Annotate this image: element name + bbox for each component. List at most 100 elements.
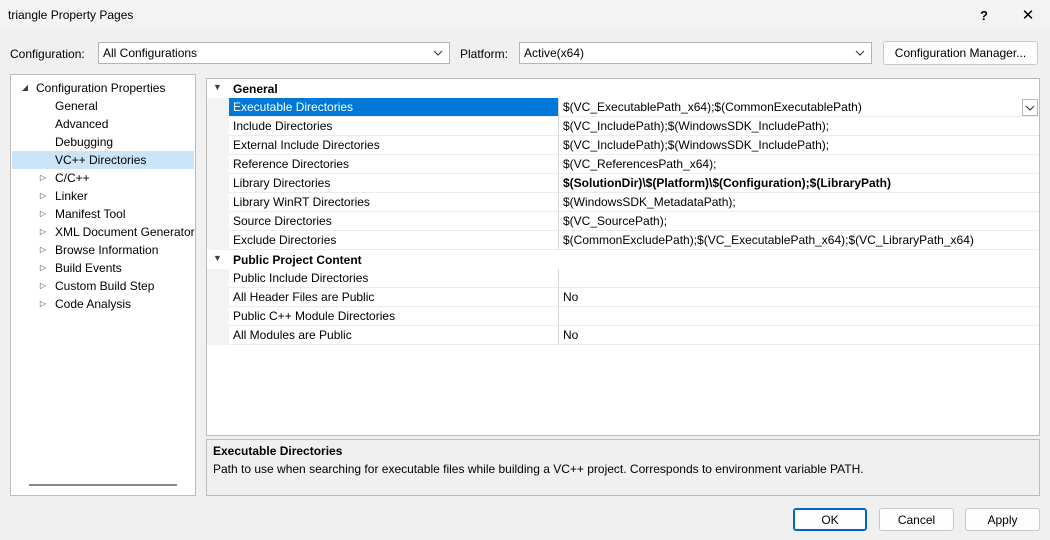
help-icon: ? <box>980 7 988 23</box>
tree-item-label: Debugging <box>55 135 114 149</box>
tree-item[interactable]: ▷ Custom Build Step <box>12 277 194 295</box>
property-row[interactable]: Exclude Directories $(CommonExcludePath);… <box>207 231 1039 250</box>
row-gutter <box>207 193 229 212</box>
tree-item-configuration-properties[interactable]: ◢ Configuration Properties <box>12 79 194 97</box>
configuration-value: All Configurations <box>103 46 198 60</box>
property-grid: ▼ General Executable Directories $(VC_Execu… <box>206 78 1040 436</box>
collapsed-arrow-icon[interactable]: ▷ <box>38 187 48 205</box>
property-value[interactable]: $(SolutionDir)\$(Platform)\$(Configurati… <box>558 174 1039 193</box>
configuration-dropdown[interactable]: All Configurations <box>98 42 450 64</box>
collapsed-arrow-icon[interactable]: ▷ <box>38 205 48 223</box>
property-row[interactable]: All Header Files are Public No <box>207 288 1039 307</box>
property-name[interactable]: Reference Directories <box>229 155 558 174</box>
property-row[interactable]: Include Directories $(VC_IncludePath);$(W… <box>207 117 1039 136</box>
help-button[interactable]: ? <box>962 0 1006 30</box>
property-value[interactable]: $(VC_IncludePath);$(WindowsSDK_IncludePa… <box>558 136 1039 155</box>
property-row[interactable]: Public C++ Module Directories <box>207 307 1039 326</box>
property-name[interactable]: Include Directories <box>229 117 558 136</box>
chevron-down-icon[interactable]: ▼ <box>213 82 222 92</box>
tree-item-label: Build Events <box>55 261 122 275</box>
property-value[interactable] <box>558 269 1039 288</box>
property-value[interactable]: $(VC_IncludePath);$(WindowsSDK_IncludePa… <box>558 117 1039 136</box>
row-gutter <box>207 231 229 250</box>
property-value[interactable]: $(WindowsSDK_MetadataPath); <box>558 193 1039 212</box>
tree-item-label: Custom Build Step <box>55 279 155 293</box>
tree-item-label: Linker <box>55 189 88 203</box>
chevron-down-icon <box>433 50 443 56</box>
chevron-down-icon <box>1025 105 1035 111</box>
description-text: Path to use when searching for executabl… <box>213 462 864 476</box>
platform-dropdown[interactable]: Active(x64) <box>519 42 872 64</box>
chevron-down-icon[interactable]: ▼ <box>213 253 222 263</box>
expanded-arrow-icon[interactable]: ◢ <box>20 79 30 97</box>
tree-item[interactable]: VC++ Directories <box>12 151 194 169</box>
row-gutter <box>207 269 229 288</box>
property-value[interactable]: $(CommonExcludePath);$(VC_ExecutablePath… <box>558 231 1039 250</box>
cancel-button[interactable]: Cancel <box>879 508 954 531</box>
property-value[interactable]: $(VC_ReferencesPath_x64); <box>558 155 1039 174</box>
property-name[interactable]: Executable Directories <box>229 98 558 117</box>
category-label: General <box>233 82 278 96</box>
row-gutter <box>207 117 229 136</box>
platform-label: Platform: <box>460 47 509 61</box>
property-value[interactable]: $(VC_SourcePath); <box>558 212 1039 231</box>
property-name[interactable]: Library Directories <box>229 174 558 193</box>
property-name[interactable]: Exclude Directories <box>229 231 558 250</box>
property-name[interactable]: Library WinRT Directories <box>229 193 558 212</box>
tree-item[interactable]: Advanced <box>12 115 194 133</box>
property-row[interactable]: Public Include Directories <box>207 269 1039 288</box>
collapsed-arrow-icon[interactable]: ▷ <box>38 295 48 313</box>
property-name[interactable]: Public C++ Module Directories <box>229 307 558 326</box>
tree-item[interactable]: ▷ XML Document Generator <box>12 223 195 241</box>
tree-item-label: General <box>55 99 98 113</box>
property-row[interactable]: Executable Directories $(VC_ExecutablePat… <box>207 98 1039 117</box>
tree-item[interactable]: Debugging <box>12 133 194 151</box>
property-name[interactable]: All Modules are Public <box>229 326 558 345</box>
property-value[interactable]: No <box>558 326 1039 345</box>
property-name[interactable]: Source Directories <box>229 212 558 231</box>
property-name[interactable]: All Header Files are Public <box>229 288 558 307</box>
property-row[interactable]: Library Directories $(SolutionDir)\$(Plat… <box>207 174 1039 193</box>
property-name[interactable]: Public Include Directories <box>229 269 558 288</box>
tree-item[interactable]: ▷ Browse Information <box>12 241 194 259</box>
property-name[interactable]: External Include Directories <box>229 136 558 155</box>
description-title: Executable Directories <box>213 444 343 458</box>
category-label: Public Project Content <box>233 253 362 267</box>
horizontal-scrollbar[interactable] <box>29 484 177 486</box>
property-value[interactable]: No <box>558 288 1039 307</box>
property-row[interactable]: Library WinRT Directories $(WindowsSDK_Me… <box>207 193 1039 212</box>
property-row[interactable]: All Modules are Public No <box>207 326 1039 345</box>
collapsed-arrow-icon[interactable]: ▷ <box>38 169 48 187</box>
ok-button[interactable]: OK <box>793 508 867 531</box>
collapsed-arrow-icon[interactable]: ▷ <box>38 259 48 277</box>
configuration-manager-button[interactable]: Configuration Manager... <box>883 41 1038 65</box>
property-row[interactable]: Source Directories $(VC_SourcePath); <box>207 212 1039 231</box>
property-value[interactable] <box>558 307 1039 326</box>
close-icon: ✕ <box>1021 7 1035 24</box>
tree-item-label: Browse Information <box>55 243 159 257</box>
tree-item-label: Manifest Tool <box>55 207 126 221</box>
tree-item[interactable]: ▷ Build Events <box>12 259 194 277</box>
row-gutter <box>207 288 229 307</box>
tree-item[interactable]: ▷ Manifest Tool <box>12 205 194 223</box>
collapsed-arrow-icon[interactable]: ▷ <box>38 277 48 295</box>
collapsed-arrow-icon[interactable]: ▷ <box>38 241 48 259</box>
tree-item-label: VC++ Directories <box>55 153 147 167</box>
category-header[interactable]: ▼ General <box>207 79 1039 98</box>
tree-item[interactable]: ▷ Linker <box>12 187 194 205</box>
collapsed-arrow-icon[interactable]: ▷ <box>38 223 48 241</box>
tree-item[interactable]: General <box>12 97 194 115</box>
property-row[interactable]: External Include Directories $(VC_Include… <box>207 136 1039 155</box>
close-button[interactable]: ✕ <box>1006 0 1050 30</box>
tree-item[interactable]: ▷ C/C++ <box>12 169 194 187</box>
apply-button[interactable]: Apply <box>965 508 1040 531</box>
category-header[interactable]: ▼ Public Project Content <box>207 250 1039 269</box>
value-dropdown-button[interactable] <box>1022 99 1038 116</box>
property-value[interactable]: $(VC_ExecutablePath_x64);$(CommonExecuta… <box>558 98 1039 117</box>
tree-item[interactable]: ▷ Code Analysis <box>12 295 194 313</box>
property-row[interactable]: Reference Directories $(VC_ReferencesPath… <box>207 155 1039 174</box>
row-gutter <box>207 326 229 345</box>
tree-item-label: Code Analysis <box>55 297 132 311</box>
row-gutter <box>207 136 229 155</box>
tree-item-label: XML Document Generator <box>55 225 195 239</box>
